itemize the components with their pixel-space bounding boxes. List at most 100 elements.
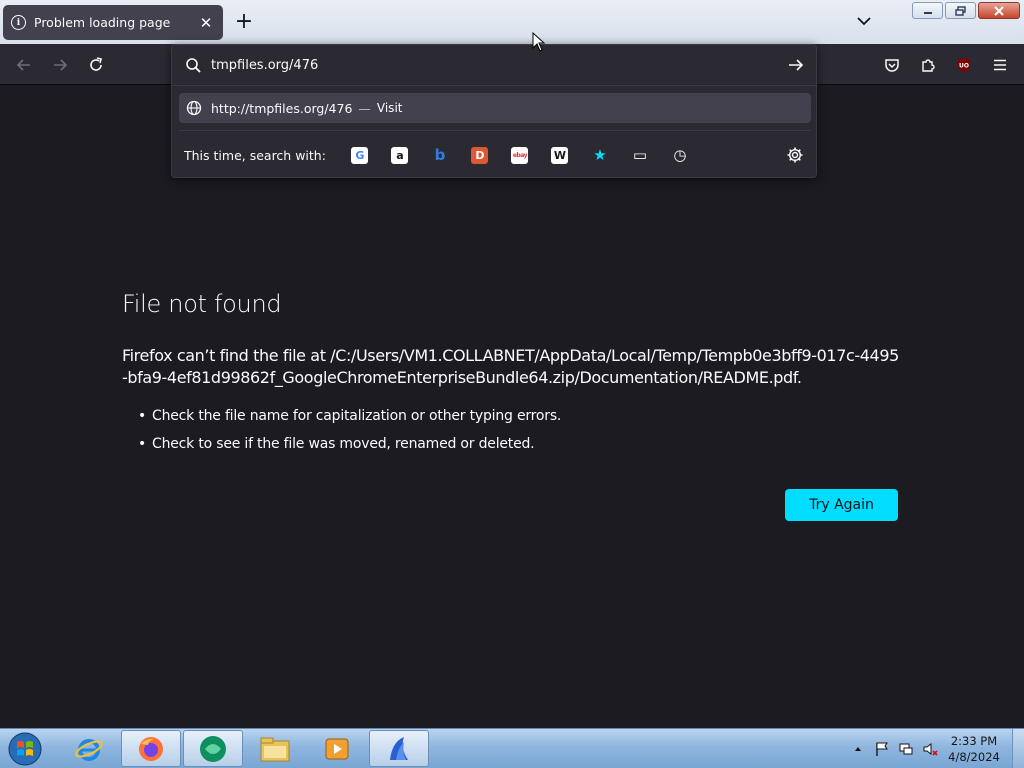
tab-strip: i Problem loading page ✕ +: [0, 0, 1024, 44]
ebay-icon: ebay: [511, 146, 529, 164]
error-title: File not found: [122, 290, 282, 318]
tabs-icon: ▭: [632, 146, 648, 164]
search-engine-button[interactable]: G: [340, 142, 380, 168]
media-player-icon: [325, 738, 349, 759]
result-separator: —: [358, 100, 371, 116]
svg-text:UO: UO: [959, 63, 969, 70]
show-desktop-button[interactable]: [1012, 729, 1024, 768]
info-icon: i: [11, 15, 26, 30]
one-off-search-buttons: This time, search with: Ga b Debay W ★ ▭ ◷: [184, 142, 808, 168]
app-leaf-icon: [390, 736, 408, 760]
search-engine-button[interactable]: ◷: [660, 142, 700, 168]
error-description: Firefox can’t find the file at /C:/Users…: [122, 346, 899, 387]
search-engine-button[interactable]: ebay: [500, 142, 540, 168]
clock[interactable]: 2:33 PM 4/8/2024: [944, 733, 1004, 765]
folder-icon: [260, 737, 290, 761]
tab-title: Problem loading page: [34, 15, 171, 30]
amazon-icon: a: [391, 146, 409, 164]
error-tips-list: Check the file name for capitalization o…: [138, 405, 561, 461]
network-icon: [899, 743, 913, 755]
search-engine-button[interactable]: W: [540, 142, 580, 168]
windows-logo-icon: [8, 732, 42, 766]
network-button[interactable]: [896, 739, 916, 759]
puzzle-piece-icon: [922, 59, 935, 72]
restore-button[interactable]: [945, 2, 976, 19]
speaker-muted-icon: [923, 743, 938, 756]
back-arrow-icon: [16, 59, 30, 71]
volume-button[interactable]: [920, 739, 940, 759]
divider: [172, 85, 816, 86]
list-item: Check to see if the file was moved, rena…: [138, 433, 561, 461]
urlbar-dropdown: http://tmpfiles.org/476 — Visit This tim…: [171, 44, 817, 178]
close-window-button[interactable]: [978, 2, 1020, 19]
flag-icon: [876, 742, 888, 756]
show-hidden-icons-button[interactable]: [848, 739, 868, 759]
search-engine-button[interactable]: ▭: [620, 142, 660, 168]
taskbar-chat-app[interactable]: [183, 730, 243, 767]
reload-icon: [90, 57, 102, 71]
search-engine-button[interactable]: ★: [580, 142, 620, 168]
taskbar-internet-explorer[interactable]: [59, 730, 119, 767]
result-action: Visit: [376, 101, 403, 115]
search-icon: [186, 57, 201, 73]
firefox-icon: [139, 736, 163, 761]
chat-bubble-icon: [200, 735, 226, 762]
urlbar-result-visit[interactable]: http://tmpfiles.org/476 — Visit: [179, 93, 811, 123]
minimize-icon: [923, 11, 932, 14]
taskbar-file-explorer[interactable]: [245, 730, 305, 767]
list-all-tabs-button[interactable]: [853, 10, 875, 32]
gear-icon: [787, 147, 803, 163]
window-controls: [912, 2, 1020, 19]
reload-button[interactable]: [85, 54, 107, 76]
taskbar-app-blue[interactable]: [369, 730, 429, 767]
clock-date: 4/8/2024: [948, 750, 1000, 764]
search-engine-button[interactable]: a: [380, 142, 420, 168]
internet-explorer-icon: [75, 738, 103, 761]
globe-icon: [186, 100, 202, 116]
taskbar-firefox[interactable]: [121, 730, 181, 767]
mouse-cursor-icon: [532, 32, 546, 52]
forward-button[interactable]: [49, 54, 71, 76]
action-center-button[interactable]: [872, 739, 892, 759]
new-tab-button[interactable]: +: [233, 9, 255, 35]
app-menu-button[interactable]: [989, 54, 1011, 76]
clock-time: 2:33 PM: [950, 734, 998, 748]
search-settings-button[interactable]: [782, 142, 808, 168]
tab-problem-loading[interactable]: i Problem loading page ✕: [3, 5, 223, 40]
start-button[interactable]: [4, 731, 46, 767]
extensions-button[interactable]: [917, 54, 939, 76]
minimize-button[interactable]: [912, 2, 943, 19]
forward-arrow-icon: [54, 59, 68, 71]
bookmarks-star-icon: ★: [593, 146, 607, 164]
result-url: http://tmpfiles.org/476: [211, 100, 353, 116]
divider: [179, 130, 811, 131]
go-button[interactable]: [786, 55, 806, 75]
hamburger-menu-icon: [994, 59, 1006, 71]
system-tray: 2:33 PM 4/8/2024: [848, 729, 1024, 768]
search-with-label: This time, search with:: [184, 147, 326, 163]
search-engine-button[interactable]: D: [460, 142, 500, 168]
ublock-origin-button[interactable]: UO: [953, 54, 975, 76]
pocket-icon: [885, 59, 899, 72]
wikipedia-icon: W: [551, 146, 569, 164]
urlbar-input[interactable]: [211, 57, 751, 73]
back-button[interactable]: [13, 54, 35, 76]
google-icon: G: [351, 146, 369, 164]
chevron-up-icon: [855, 747, 861, 751]
taskbar-media-player[interactable]: [307, 730, 367, 767]
restore-icon: [954, 5, 966, 16]
chevron-down-icon: [857, 17, 871, 26]
taskbar: 2:33 PM 4/8/2024: [0, 728, 1024, 768]
close-icon: [994, 5, 1004, 16]
list-item: Check the file name for capitalization o…: [138, 405, 561, 433]
close-tab-icon[interactable]: ✕: [197, 14, 215, 32]
urlbar-input-row: [172, 45, 816, 85]
try-again-button[interactable]: Try Again: [785, 489, 898, 521]
duckduckgo-icon: D: [471, 146, 489, 164]
bing-icon: b: [434, 146, 446, 164]
go-arrow-icon: [789, 59, 804, 71]
pocket-button[interactable]: [881, 54, 903, 76]
search-engine-button[interactable]: b: [420, 142, 460, 168]
ublock-shield-icon: UO: [958, 58, 970, 72]
history-icon: ◷: [673, 146, 687, 164]
